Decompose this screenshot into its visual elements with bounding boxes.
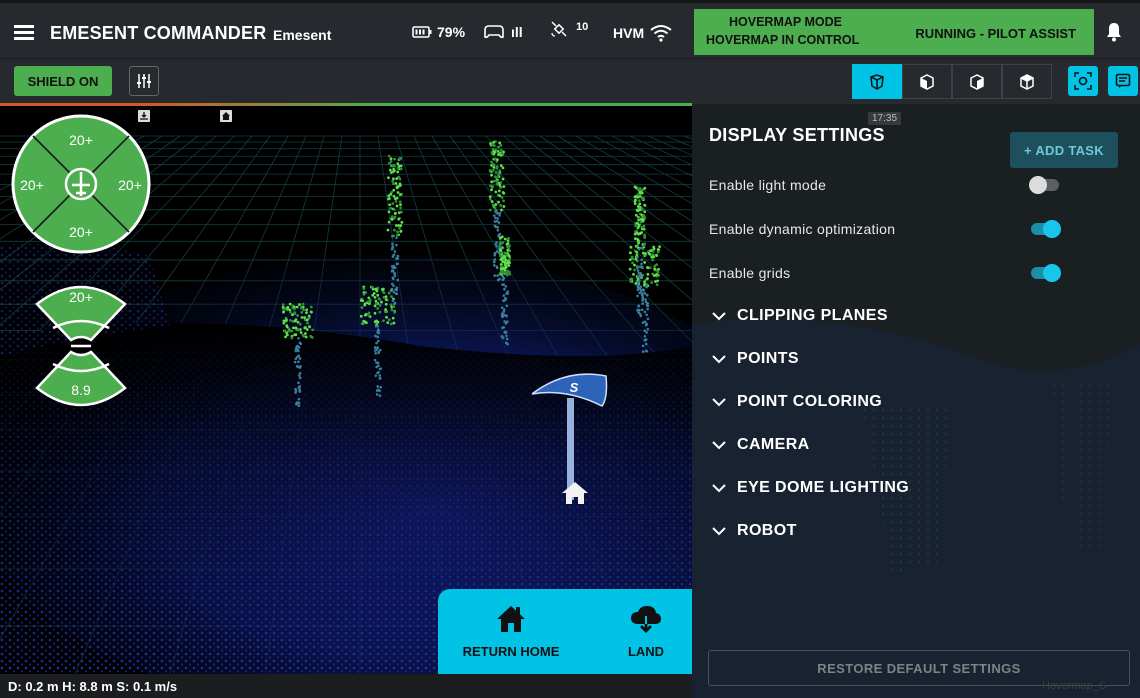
section-camera[interactable]: CAMERA [712, 436, 810, 454]
mode-line-1: HOVERMAP MODE [729, 15, 842, 29]
setting-dynamic-optimization: Enable dynamic optimization [709, 218, 1129, 240]
chevron-down-icon [712, 311, 726, 320]
setting-light-mode: Enable light mode [709, 174, 1129, 196]
home-marker-icon[interactable] [220, 110, 232, 122]
focus-button[interactable] [1068, 66, 1098, 96]
setting-label: Enable grids [709, 265, 791, 281]
section-robot[interactable]: ROBOT [712, 522, 797, 540]
chevron-down-icon [712, 354, 726, 363]
battery-percent: 79% [437, 24, 466, 40]
wifi-icon [650, 25, 672, 42]
dynamic-optimization-toggle[interactable] [1031, 220, 1061, 238]
chevron-down-icon [712, 397, 726, 406]
section-label: EYE DOME LIGHTING [737, 479, 910, 496]
bell-icon[interactable] [1105, 21, 1123, 43]
focus-icon [1074, 72, 1092, 90]
remote-signal-status: ıll [482, 24, 523, 40]
menu-icon[interactable] [14, 25, 34, 41]
land-button[interactable]: LAND [606, 589, 686, 674]
light-mode-toggle[interactable] [1029, 176, 1059, 194]
cloud-download-icon [631, 606, 661, 633]
chevron-down-icon [712, 440, 726, 449]
top-bar: EMESENT COMMANDER Emesent 79% ıll 10 HVM [0, 0, 1140, 58]
proximity-up: 20+ [69, 289, 93, 305]
mode-indicator: HOVERMAP MODE HOVERMAP IN CONTROL RUNNIN… [694, 9, 1094, 55]
section-points[interactable]: POINTS [712, 350, 799, 368]
shield-button[interactable]: SHIELD ON [14, 66, 112, 96]
controller-icon [484, 25, 504, 39]
app-subtitle: Emesent [273, 27, 332, 43]
run-status: RUNNING - PILOT ASSIST [915, 26, 1076, 41]
app-title: EMESENT COMMANDER [50, 23, 267, 43]
proximity-left: 20+ [20, 177, 44, 193]
home-point-icon [562, 482, 588, 504]
quick-action-tray: RETURN HOME LAND [438, 589, 714, 674]
download-marker-icon[interactable] [138, 110, 150, 122]
section-point-coloring[interactable]: POINT COLORING [712, 393, 882, 411]
land-label: LAND [627, 644, 665, 659]
message-icon [1115, 73, 1131, 88]
section-eye-dome-lighting[interactable]: EYE DOME LIGHTING [712, 479, 909, 497]
cube-side-icon [970, 73, 984, 90]
horizontal-proximity-dial: 20+ 20+ 20+ 20+ [11, 114, 151, 254]
control-toolbar: SHIELD ON [0, 58, 1140, 104]
flight-telemetry: D: 0.2 m H: 8.8 m S: 0.1 m/s [8, 679, 178, 694]
mode-line-2: HOVERMAP IN CONTROL [706, 33, 860, 47]
watermark: Hovermap_S [1042, 680, 1107, 692]
section-label: POINT COLORING [737, 393, 883, 410]
section-label: ROBOT [737, 522, 797, 539]
chevron-down-icon [712, 526, 726, 535]
cube-front-icon [920, 73, 934, 90]
link-status: HVM [613, 24, 673, 42]
setting-grids: Enable grids [709, 262, 1129, 284]
time-chip: 17:35 [868, 112, 902, 125]
view-mode-group [852, 64, 1052, 99]
setting-label: Enable dynamic optimization [709, 221, 896, 237]
cube-perspective-icon [870, 73, 884, 90]
battery-icon [412, 26, 432, 38]
chevron-down-icon [712, 483, 726, 492]
tune-icon [137, 74, 151, 88]
grids-toggle[interactable] [1031, 264, 1061, 282]
proximity-rear: 20+ [69, 224, 93, 240]
link-name: HVM [613, 25, 645, 41]
flight-status-bar: D: 0.2 m H: 8.8 m S: 0.1 m/s [0, 674, 692, 698]
battery-status: 79% [412, 24, 465, 40]
panel-title: DISPLAY SETTINGS [709, 125, 885, 145]
proximity-down: 8.9 [71, 382, 91, 398]
vertical-proximity-dial: 20+ 8.9 [35, 285, 127, 407]
satellite-count: 10 [576, 20, 589, 33]
waypoint-label: S [570, 380, 579, 395]
return-home-label: RETURN HOME [462, 644, 560, 659]
remote-signal-bars: ıll [511, 24, 523, 40]
view-button-top[interactable] [1002, 64, 1052, 99]
add-task-button[interactable]: + ADD TASK [1010, 132, 1118, 168]
section-label: CAMERA [737, 436, 810, 453]
view-button-perspective[interactable] [852, 64, 902, 99]
proximity-front: 20+ [69, 132, 93, 148]
view-button-side[interactable] [952, 64, 1002, 99]
message-button[interactable] [1108, 66, 1138, 96]
tune-button[interactable] [129, 66, 159, 96]
cube-top-icon [1020, 73, 1034, 90]
satellite-icon [551, 21, 567, 37]
proximity-right: 20+ [118, 177, 142, 193]
section-label: CLIPPING PLANES [737, 307, 888, 324]
satellite-status: 10 [549, 17, 588, 39]
section-clipping-planes[interactable]: CLIPPING PLANES [712, 307, 888, 325]
return-home-button[interactable]: RETURN HOME [456, 589, 566, 674]
view-button-front[interactable] [902, 64, 952, 99]
setting-label: Enable light mode [709, 177, 827, 193]
display-settings-panel: DISPLAY SETTINGS 17:35 + ADD TASK Enable… [692, 104, 1140, 698]
section-label: POINTS [737, 350, 799, 367]
home-icon [497, 606, 525, 632]
